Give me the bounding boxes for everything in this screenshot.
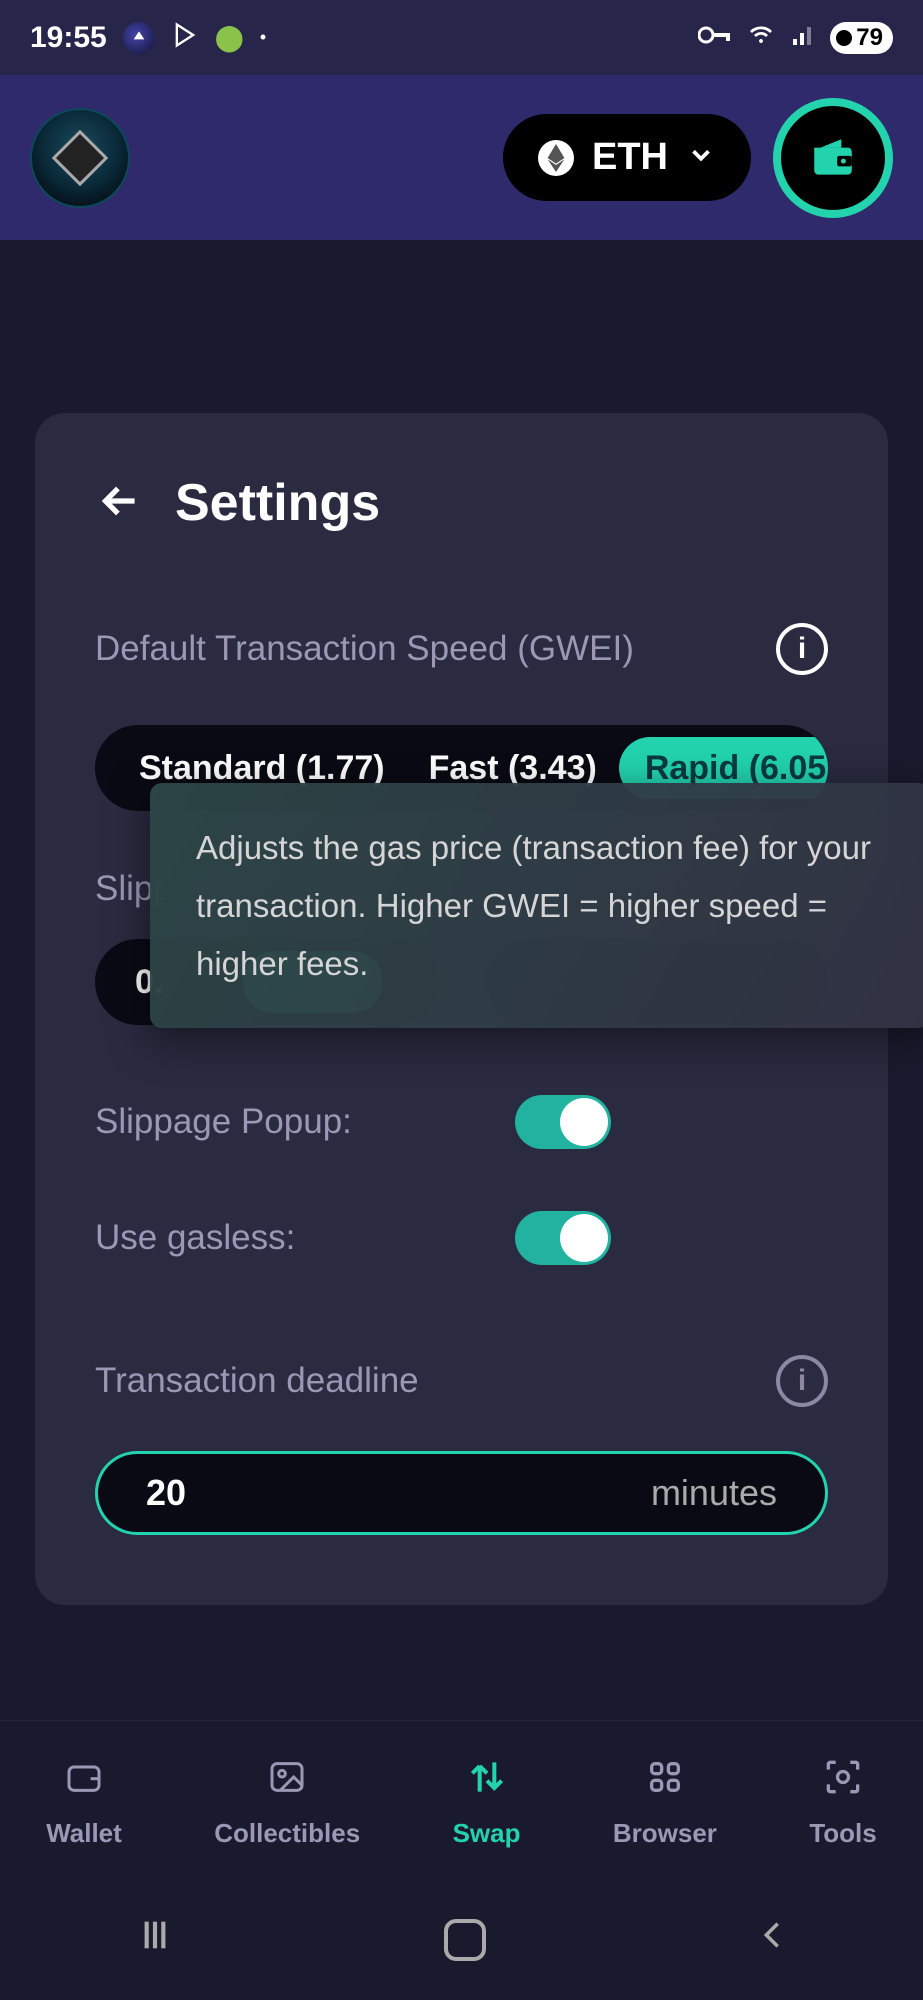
signal-icon [790,23,816,52]
gwei-tooltip: Adjusts the gas price (transaction fee) … [150,783,923,1028]
app-header: ETH [0,75,923,240]
back-arrow-icon[interactable] [95,476,145,531]
wallet-icon [805,133,861,183]
tooltip-text: Adjusts the gas price (transaction fee) … [196,819,884,992]
status-right: 79 [698,22,893,54]
deadline-label: Transaction deadline [95,1361,419,1401]
battery-indicator: 79 [830,22,893,54]
tab-browser[interactable]: Browser [613,1752,717,1849]
app-notification-icon [123,22,155,54]
tab-label: Browser [613,1818,717,1849]
swap-arrows-icon [462,1752,512,1802]
toggle-knob [560,1214,608,1262]
toggle-knob [560,1098,608,1146]
android-status-bar: 19:55 ⬤ • 79 [0,0,923,75]
deadline-value: 20 [146,1472,186,1514]
tab-wallet[interactable]: Wallet [46,1752,122,1849]
speed-option-standard[interactable]: Standard (1.77) [117,749,407,788]
tab-label: Collectibles [214,1818,360,1849]
status-left: 19:55 ⬤ • [30,21,266,55]
deadline-input[interactable]: 20 minutes [95,1451,828,1535]
ethereum-icon [538,140,574,176]
slippage-popup-label: Slippage Popup: [95,1102,515,1142]
dot-icon: • [260,27,266,48]
clock: 19:55 [30,21,107,55]
recents-button[interactable] [135,1915,175,1966]
info-icon[interactable]: i [776,1355,828,1407]
play-store-icon [171,21,199,54]
image-icon [262,1752,312,1802]
speed-label: Default Transaction Speed (GWEI) [95,629,634,669]
wallet-icon [59,1752,109,1802]
use-gasless-row: Use gasless: [95,1211,828,1265]
android-nav-bar [0,1880,923,2000]
vpn-key-icon [698,25,732,50]
chevron-down-icon [686,140,716,175]
tab-tools[interactable]: Tools [809,1752,876,1849]
home-button[interactable] [444,1919,486,1961]
use-gasless-label: Use gasless: [95,1218,515,1258]
back-button[interactable] [755,1915,789,1966]
use-gasless-toggle[interactable] [515,1211,611,1265]
battery-percent: 79 [856,24,883,52]
slippage-popup-toggle[interactable] [515,1095,611,1149]
chain-label: ETH [592,136,668,179]
speed-section-header: Default Transaction Speed (GWEI) i [95,623,828,675]
info-icon[interactable]: i [776,623,828,675]
tab-swap[interactable]: Swap [453,1752,521,1849]
wifi-icon [746,23,776,52]
tab-label: Tools [809,1818,876,1849]
wallet-button[interactable] [773,98,893,218]
page-title: Settings [175,473,380,533]
app-logo[interactable] [30,108,130,208]
deadline-section-header: Transaction deadline i [95,1355,828,1407]
android-robot-icon: ⬤ [215,22,244,53]
tab-label: Swap [453,1818,521,1849]
deadline-unit: minutes [651,1472,777,1514]
grid-icon [640,1752,690,1802]
slippage-popup-row: Slippage Popup: [95,1095,828,1149]
tab-collectibles[interactable]: Collectibles [214,1752,360,1849]
scan-icon [818,1752,868,1802]
tab-label: Wallet [46,1818,122,1849]
chain-selector[interactable]: ETH [503,114,751,201]
speed-option-fast[interactable]: Fast (3.43) [407,749,619,788]
bottom-tab-bar: Wallet Collectibles Swap Browser Tools [0,1720,923,1880]
settings-header: Settings [95,473,828,533]
